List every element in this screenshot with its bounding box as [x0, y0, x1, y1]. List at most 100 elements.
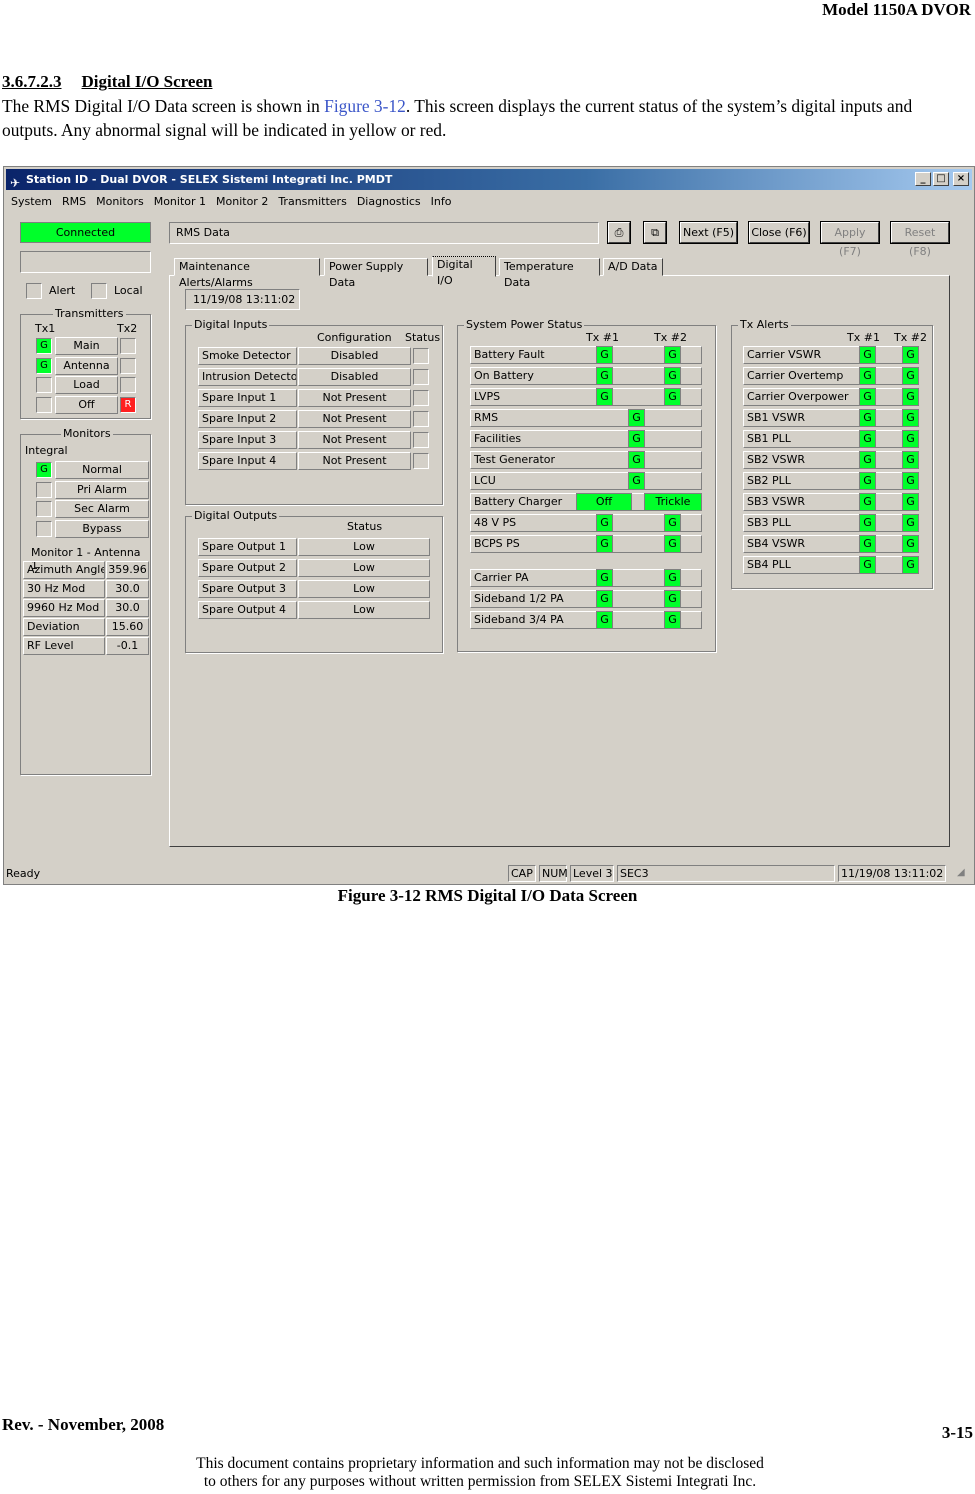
tab-digital-i-o[interactable]: Digital I/O: [432, 256, 496, 287]
minimize-icon[interactable]: _: [915, 172, 931, 186]
tab-maintenance-alerts-alarms[interactable]: Maintenance Alerts/Alarms: [174, 258, 320, 289]
tx1-indicator: [36, 396, 52, 413]
monitor-status-label: Sec Alarm: [55, 500, 149, 518]
power-mid-status: G: [628, 451, 645, 469]
resize-grip-icon[interactable]: ◢: [957, 867, 965, 878]
digital-input-label: Spare Input 1: [198, 389, 297, 407]
monitor-status-label: Bypass: [55, 519, 149, 538]
figure-caption: Figure 3-12 RMS Digital I/O Data Screen: [337, 886, 638, 905]
next-button[interactable]: Next (F5): [679, 221, 738, 244]
status-ready: Ready: [6, 867, 41, 880]
power-mid-status: G: [628, 430, 645, 448]
power-row-label: RMS: [470, 409, 702, 427]
tx-alert-tx1-status: G: [859, 367, 876, 385]
system-power-title: System Power Status: [464, 318, 585, 331]
local-indicator: [91, 283, 107, 299]
digital-input-status: [413, 390, 429, 406]
digital-output-label: Spare Output 2: [198, 559, 297, 577]
power-tx1-status: G: [596, 611, 613, 629]
monitor-value: -0.1: [106, 637, 149, 655]
tx1-indicator: [36, 377, 52, 393]
tx-alert-label: SB4 PLL: [743, 556, 918, 574]
power-mid-status: G: [628, 472, 645, 490]
digital-input-status: [413, 453, 429, 469]
digital-input-label: Spare Input 2: [198, 410, 297, 428]
section-heading: 3.6.7.2.3 Digital I/O Screen: [2, 72, 212, 92]
tx-row-label[interactable]: Antenna: [55, 356, 118, 375]
menu-item-monitor-2[interactable]: Monitor 2: [211, 191, 273, 208]
digital-input-config: Not Present: [298, 389, 411, 407]
tx-alert-tx2-status: G: [902, 367, 919, 385]
tx-alert-tx2-status: G: [902, 409, 919, 427]
close-icon[interactable]: ×: [953, 172, 969, 186]
menu-item-system[interactable]: System: [6, 191, 57, 208]
digital-input-config: Not Present: [298, 410, 411, 428]
alert-indicator: [26, 283, 42, 299]
power-tx2-status: Trickle: [644, 493, 702, 511]
power-tx2-status: G: [664, 514, 681, 532]
tx2-indicator: [120, 377, 136, 393]
print-icon[interactable]: ⎙: [607, 221, 631, 244]
section-number: 3.6.7.2.3: [2, 72, 62, 91]
page-number: 3-15: [941, 1423, 973, 1442]
close-button[interactable]: Close (F6): [748, 221, 810, 244]
monitors-title: Monitors: [61, 427, 113, 440]
tx-row-label[interactable]: Off: [55, 395, 118, 414]
transmitters-title: Transmitters: [53, 307, 126, 320]
digital-output-label: Spare Output 1: [198, 538, 297, 556]
rms-data-field: RMS Data: [169, 222, 599, 244]
maximize-icon[interactable]: □: [933, 172, 949, 186]
notice-line-1: This document contains proprietary infor…: [196, 1455, 764, 1472]
status-header: Status: [405, 331, 441, 344]
tx-row-label[interactable]: Main: [55, 337, 118, 355]
status-blank: [20, 251, 151, 273]
tx-alerts-group: Tx Alerts Tx #1 Tx #2 Carrier VSWR G G Carr…: [731, 318, 933, 589]
menu-item-rms[interactable]: RMS: [57, 191, 91, 208]
transmitters-group: Transmitters Tx1 Tx2 G Main G Antenna Load Of…: [20, 307, 151, 419]
menu-item-monitor-1[interactable]: Monitor 1: [149, 191, 211, 208]
tab-power-supply-data[interactable]: Power Supply Data: [324, 258, 428, 289]
tx2-indicator: [120, 357, 136, 374]
status-cap: CAP: [508, 865, 536, 882]
timestamp-field: 11/19/08 13:11:02: [185, 289, 300, 310]
monitor-value-label: 30 Hz Mod: [23, 580, 105, 598]
digital-input-status: [413, 348, 429, 364]
tab-a-d-data[interactable]: A/D Data: [603, 258, 663, 276]
status-num: NUM: [539, 865, 568, 882]
tx2-indicator: R: [120, 396, 136, 413]
tx-alert-tx1-status: G: [859, 472, 876, 490]
menu-bar: System RMS Monitors Monitor 1 Monitor 2 Trans…: [6, 191, 972, 211]
tx-row-label[interactable]: Load: [55, 376, 118, 394]
power-tx1-status: G: [596, 535, 613, 553]
menu-item-info[interactable]: Info: [426, 191, 457, 208]
tx-alert-tx2-status: G: [902, 388, 919, 406]
tx-alert-tx1-status: G: [859, 493, 876, 511]
power-mid-status: G: [628, 409, 645, 427]
tx-alert-tx1-status: G: [859, 556, 876, 574]
power-tx2-status: G: [664, 367, 681, 385]
status-level: Level 3: [570, 865, 614, 882]
digital-input-status: [413, 432, 429, 448]
apply-button[interactable]: Apply (F7): [820, 221, 880, 258]
tab-temperature-data[interactable]: Temperature Data: [499, 258, 600, 289]
alert-label: Alert: [49, 284, 76, 297]
tx-alert-tx2-status: G: [902, 430, 919, 448]
menu-item-transmitters[interactable]: Transmitters: [273, 191, 352, 208]
figure-link[interactable]: Figure 3-12: [324, 96, 406, 116]
power-tx1-status: Off: [576, 493, 632, 511]
power-tx2-header: Tx #2: [654, 331, 687, 344]
copy-icon[interactable]: ⧉: [643, 221, 667, 244]
tx-alert-tx1-status: G: [859, 388, 876, 406]
menu-item-monitors[interactable]: Monitors: [91, 191, 149, 208]
menu-item-diagnostics[interactable]: Diagnostics: [352, 191, 426, 208]
window-titlebar: ✈ Station ID - Dual DVOR - SELEX Sistemi…: [6, 169, 972, 190]
monitor-indicator: [36, 481, 52, 498]
monitor-value: 15.60: [106, 618, 149, 636]
monitor-value-label: Azimuth Angle: [23, 561, 105, 579]
reset-button[interactable]: Reset (F8): [890, 221, 950, 258]
digital-input-config: Disabled: [298, 347, 411, 365]
system-power-group: System Power Status Tx #1 Tx #2 Battery …: [457, 318, 716, 652]
notice-line-2: to others for any purposes without writt…: [203, 1473, 757, 1490]
power-tx1-status: G: [596, 346, 613, 364]
power-tx2-status: G: [664, 569, 681, 587]
